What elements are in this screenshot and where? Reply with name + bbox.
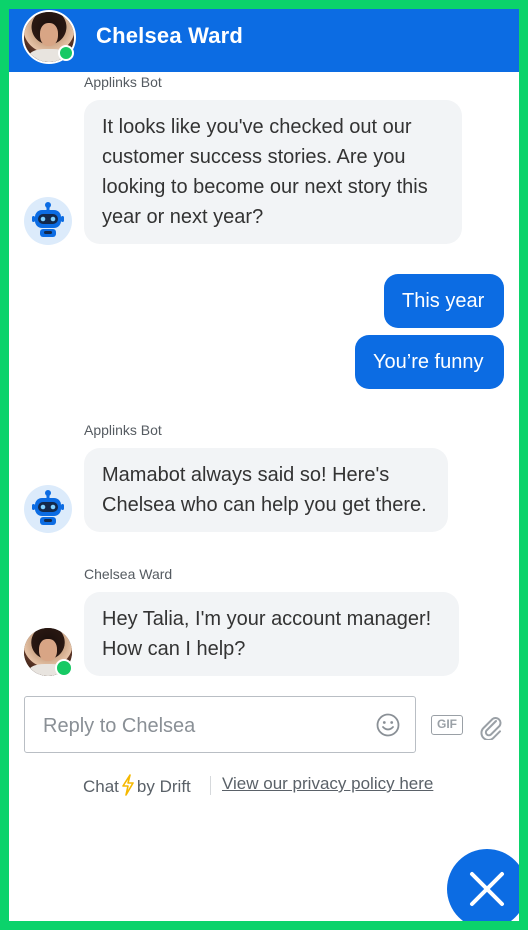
paperclip-icon[interactable] (476, 712, 504, 740)
agent-name: Chelsea Ward (96, 23, 244, 48)
chat-header: Chelsea Ward (9, 9, 519, 72)
message-sender: Applinks Bot (84, 422, 162, 438)
privacy-policy-link[interactable]: View our privacy policy here (222, 774, 433, 794)
online-status-dot (55, 659, 73, 677)
close-chat-button[interactable] (447, 849, 519, 921)
agent-message-bubble: Hey Talia, I'm your account manager! How… (84, 592, 459, 676)
chat-label: Chat (83, 777, 119, 796)
message-line: Mamabot always said so! Here's (102, 464, 390, 486)
reply-input[interactable] (41, 711, 365, 741)
lightning-icon (122, 774, 134, 796)
message-line: How can I help? (102, 638, 246, 660)
gif-button[interactable]: GIF (431, 715, 463, 735)
close-icon (470, 872, 504, 906)
message-sender: Chelsea Ward (84, 566, 173, 582)
by-drift-label: by Drift (136, 777, 191, 796)
footer-divider (210, 776, 211, 795)
bot-avatar-icon (24, 485, 72, 533)
smiley-icon[interactable] (376, 713, 400, 737)
message-sender: Applinks Bot (84, 74, 162, 90)
bot-message-bubble: It looks like you've checked out our cus… (84, 100, 462, 244)
message-line: looking to become our next story this (102, 176, 428, 198)
message-line: year or next year? (102, 206, 264, 228)
user-reply-bubble: This year (384, 274, 504, 328)
bot-message-bubble: Mamabot always said so! Here's Chelsea w… (84, 448, 448, 532)
message-line: Hey Talia, I'm your account manager! (102, 608, 432, 630)
chat-window: Chelsea Ward Applinks Bot It looks like … (9, 9, 519, 921)
message-line: Chelsea who can help you get there. (102, 494, 427, 516)
chat-by-drift: Chat by Drift (83, 774, 191, 797)
user-reply-bubble: You’re funny (355, 335, 504, 389)
bot-avatar-icon (24, 197, 72, 245)
message-line: customer success stories. Are you (102, 146, 406, 168)
message-line: It looks like you've checked out our (102, 116, 412, 138)
online-status-dot (58, 45, 74, 61)
reply-composer (24, 696, 416, 753)
